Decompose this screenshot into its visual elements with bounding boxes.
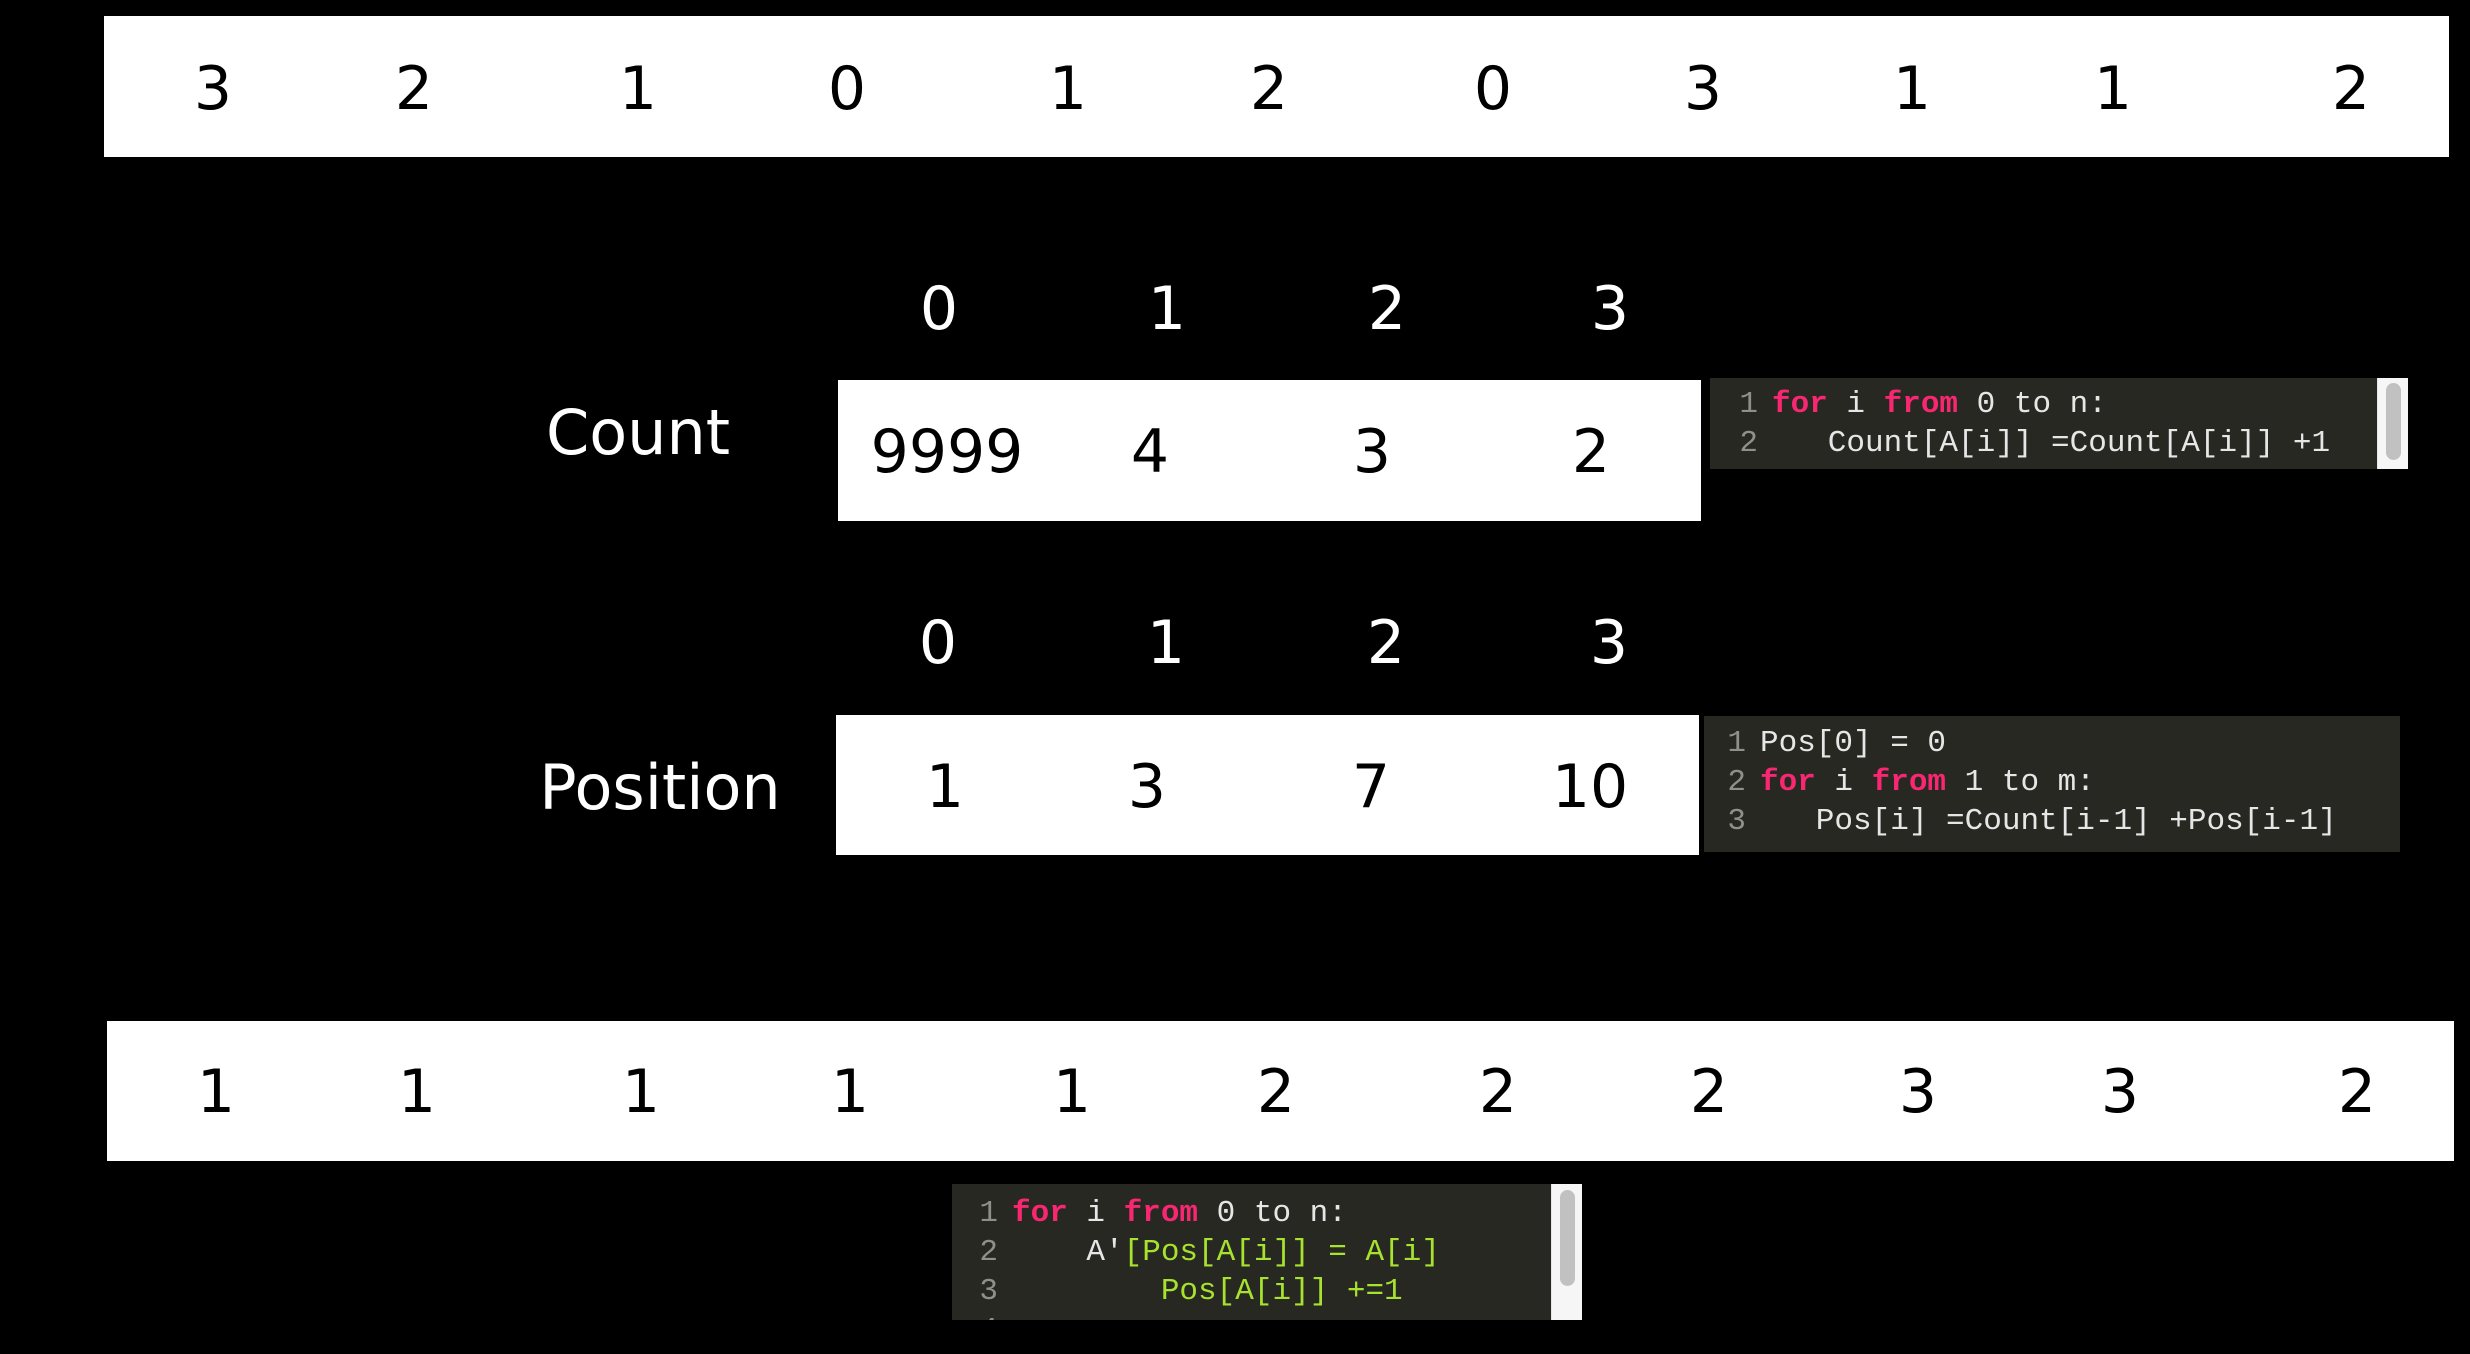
- code-line: 2 Count[A[i]] =Count[A[i]] +1: [1710, 424, 2378, 463]
- scrollbar[interactable]: [2377, 378, 2408, 469]
- position-index: 0: [918, 608, 958, 678]
- line-number: 1: [1739, 387, 1758, 422]
- code-token: i: [1827, 387, 1884, 422]
- code-line: 2 for i from 1 to m:: [1704, 763, 2400, 802]
- code-token: [Pos[A[i]] = A[i]: [1123, 1235, 1440, 1270]
- count-index: 1: [1147, 274, 1187, 344]
- keyword-token: for: [1760, 765, 1816, 800]
- position-cell: 7: [1351, 752, 1391, 822]
- scrollbar-thumb[interactable]: [2386, 383, 2401, 460]
- output-cell: 1: [621, 1057, 661, 1127]
- code-line: 1 for i from 0 to n:: [952, 1194, 1552, 1233]
- code-line: 1 Pos[0] = 0: [1704, 724, 2400, 763]
- keyword-token: for: [1012, 1196, 1068, 1231]
- keyword-token: from: [1871, 765, 1947, 800]
- input-cell: 2: [1249, 54, 1289, 124]
- output-cell: 3: [1898, 1057, 1938, 1127]
- code-token: Pos[i] =Count[i-1] +Pos[i-1]: [1760, 804, 2337, 839]
- output-cell: 2: [1689, 1057, 1729, 1127]
- scrollbar-thumb[interactable]: [1560, 1190, 1575, 1286]
- output-cell: 1: [397, 1057, 437, 1127]
- output-cell: 3: [2100, 1057, 2140, 1127]
- output-cell: 2: [2337, 1057, 2377, 1127]
- position-code-editor[interactable]: 1 Pos[0] = 0 2 for i from 1 to m: 3 Pos[i] =…: [1704, 716, 2400, 852]
- code-token: Count[A[i]] =Count[A[i]] +1: [1772, 426, 2331, 461]
- input-cell: 1: [1892, 54, 1932, 124]
- keyword-token: for: [1772, 387, 1828, 422]
- position-label: Position: [539, 751, 781, 824]
- code-token: A': [1012, 1235, 1124, 1270]
- line-number: 3: [979, 1274, 998, 1309]
- count-cell: 3: [1352, 417, 1392, 487]
- line-number: 2: [1727, 765, 1746, 800]
- code-token: 1 to m:: [1946, 765, 2095, 800]
- input-cell: 1: [2093, 54, 2133, 124]
- input-cell: 2: [2331, 54, 2371, 124]
- count-label: Count: [545, 396, 731, 469]
- input-cell: 3: [193, 54, 233, 124]
- position-index: 3: [1589, 608, 1629, 678]
- count-cell: 9999: [870, 417, 1024, 487]
- count-cell: 2: [1571, 417, 1611, 487]
- code-token: Pos[0] = 0: [1760, 726, 1947, 761]
- output-cell: 2: [1478, 1057, 1518, 1127]
- code-token: i: [1815, 765, 1872, 800]
- count-index: 0: [919, 274, 959, 344]
- keyword-token: from: [1123, 1196, 1199, 1231]
- line-number: 3: [1727, 804, 1746, 839]
- output-cell: 2: [1256, 1057, 1296, 1127]
- code-token: 0 to n:: [1958, 387, 2107, 422]
- line-number: 1: [979, 1196, 998, 1231]
- input-cell: 3: [1683, 54, 1723, 124]
- code-line: 3 Pos[A[i]] +=1: [952, 1272, 1552, 1311]
- input-cell: 1: [618, 54, 658, 124]
- code-line: 3 Pos[i] =Count[i-1] +Pos[i-1]: [1704, 802, 2400, 841]
- line-number: 4: [952, 1311, 1012, 1320]
- position-index: 1: [1146, 608, 1186, 678]
- input-cell: 1: [1048, 54, 1088, 124]
- count-index: 3: [1590, 274, 1630, 344]
- output-cell: 1: [196, 1057, 236, 1127]
- count-index: 2: [1367, 274, 1407, 344]
- count-cell: 4: [1130, 417, 1170, 487]
- output-code-editor[interactable]: 1 for i from 0 to n: 2 A'[Pos[A[i]] = A[i]…: [952, 1184, 1582, 1320]
- output-cell: 1: [1052, 1057, 1092, 1127]
- scrollbar[interactable]: [1551, 1184, 1582, 1320]
- keyword-token: from: [1883, 387, 1959, 422]
- input-cell: 0: [1473, 54, 1513, 124]
- line-number: 2: [979, 1235, 998, 1270]
- input-cell: 2: [394, 54, 434, 124]
- line-number: 2: [1739, 426, 1758, 461]
- code-line: 2 A'[Pos[A[i]] = A[i]: [952, 1233, 1552, 1272]
- input-cell: 0: [827, 54, 867, 124]
- position-cell: 3: [1127, 752, 1167, 822]
- code-token: Pos[A[i]] +=1: [1012, 1274, 1403, 1309]
- position-cell: 10: [1551, 752, 1629, 822]
- position-index: 2: [1366, 608, 1406, 678]
- code-token: 0 to n:: [1198, 1196, 1347, 1231]
- code-line: 1 for i from 0 to n:: [1710, 385, 2378, 424]
- line-number: 1: [1727, 726, 1746, 761]
- code-line: 4: [952, 1311, 1552, 1320]
- code-token: i: [1067, 1196, 1124, 1231]
- count-code-editor[interactable]: 1 for i from 0 to n: 2 Count[A[i]] =Count[…: [1710, 378, 2408, 469]
- output-cell: 1: [830, 1057, 870, 1127]
- position-cell: 1: [925, 752, 965, 822]
